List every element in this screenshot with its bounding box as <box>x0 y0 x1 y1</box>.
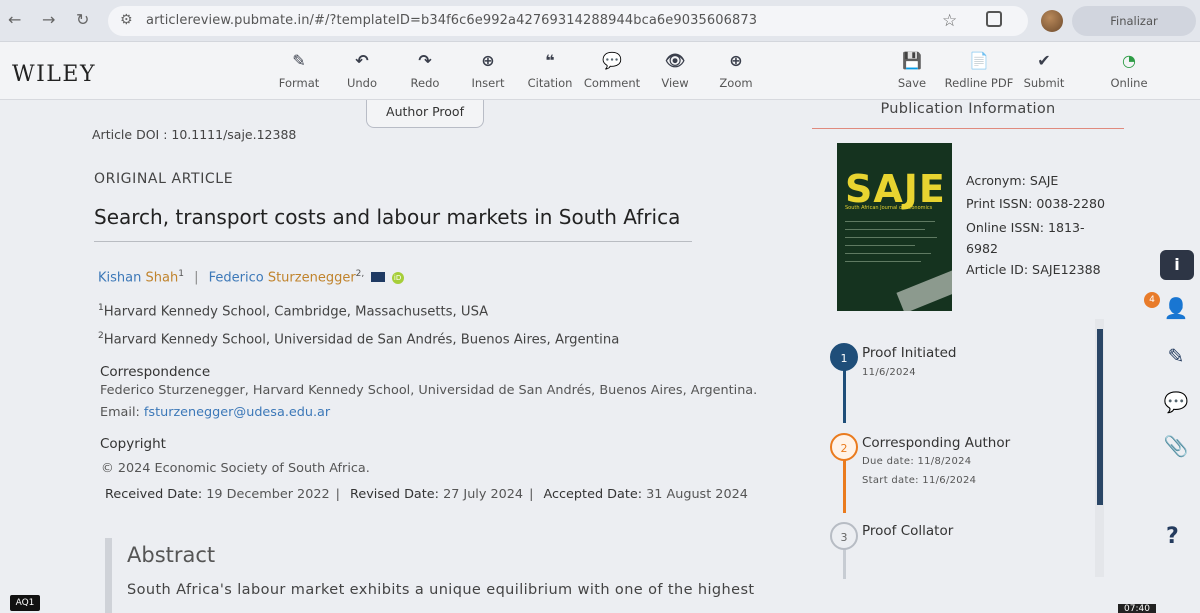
cover-band <box>896 266 952 311</box>
extensions-icon[interactable] <box>986 11 1002 27</box>
journal-cover: SAJE South African Journal of Economics <box>837 143 952 311</box>
cover-line <box>845 221 935 222</box>
app-toolbar: WILEY ✎ Format ↶ Undo ↷ Redo ⊕ Insert ❝ … <box>0 42 1200 100</box>
step-2-title[interactable]: Corresponding Author <box>862 435 1010 451</box>
save-button[interactable]: 💾 Save <box>874 50 950 90</box>
chat-icon[interactable]: 💬 <box>1162 388 1190 416</box>
author-given-name[interactable]: Federico <box>209 270 264 285</box>
step-2-due-date: Due date: 11/8/2024 <box>862 456 972 467</box>
article-body: Article DOI : 10.1111/saje.12388 ORIGINA… <box>0 101 810 613</box>
bookmark-star-icon[interactable]: ☆ <box>942 11 957 31</box>
abstract-heading: Abstract <box>127 543 216 567</box>
reload-icon[interactable]: ↻ <box>76 10 89 29</box>
abstract-bar <box>105 538 112 613</box>
correspondence-heading: Correspondence <box>100 364 211 380</box>
timeline-scroll-thumb[interactable] <box>1097 329 1103 505</box>
cover-line <box>845 237 937 238</box>
forward-icon[interactable]: → <box>42 10 55 29</box>
publication-heading: Publication Information <box>812 101 1124 129</box>
orcid-icon[interactable]: iD <box>391 271 404 284</box>
accepted-date: 31 August 2024 <box>646 487 748 502</box>
paperclip-icon[interactable]: 📎 <box>1162 432 1190 460</box>
step-1-title[interactable]: Proof Initiated <box>862 345 957 361</box>
copyright-text: © 2024 Economic Society of South Africa. <box>101 461 370 476</box>
step-1-marker: 1 <box>830 343 858 371</box>
author-family-name[interactable]: Sturzenegger <box>268 270 356 285</box>
wiley-logo: WILEY <box>12 62 96 87</box>
author-list: Kishan Shah1 | Federico Sturzenegger2, i… <box>98 269 404 285</box>
author-family-name[interactable]: Shah <box>146 270 179 285</box>
received-date: 19 December 2022 <box>206 487 330 502</box>
revised-date: 27 July 2024 <box>443 487 524 502</box>
article-dates: Received Date: 19 December 2022 | Revised… <box>105 487 748 502</box>
checkmark-icon: ✔ <box>1037 51 1051 70</box>
email-link[interactable]: fsturzenegger@udesa.edu.ar <box>144 405 330 420</box>
browser-chrome: ← → ↻ ⚙ articlereview.pubmate.in/#/?temp… <box>0 0 1200 58</box>
mail-icon[interactable] <box>371 271 386 282</box>
cover-subtitle: South African Journal of Economics <box>845 205 933 211</box>
publication-panel: Publication Information SAJE South Afric… <box>812 101 1124 613</box>
submit-button[interactable]: ✔ Submit <box>1006 50 1082 90</box>
browser-update-button[interactable]: Finalizar actualización <box>1072 6 1196 58</box>
back-icon[interactable]: ← <box>8 10 21 29</box>
author-given-name[interactable]: Kishan <box>98 270 141 285</box>
notification-badge: 4 <box>1144 292 1160 308</box>
author-query-tag[interactable]: AQ1 <box>10 595 40 611</box>
print-issn: Print ISSN: 0038-2280 <box>966 196 1105 211</box>
cover-line <box>845 253 931 254</box>
step-3-title[interactable]: Proof Collator <box>862 523 953 539</box>
profile-avatar[interactable] <box>1041 10 1063 32</box>
step-2-marker: 2 <box>830 433 858 461</box>
cover-line <box>845 245 915 246</box>
system-clock: 07:40 <box>1118 604 1156 613</box>
article-type: ORIGINAL ARTICLE <box>94 171 234 187</box>
email-line: Email: fsturzenegger@udesa.edu.ar <box>100 405 331 420</box>
save-icon: 💾 <box>902 51 922 70</box>
info-icon[interactable]: i <box>1160 250 1194 280</box>
online-issn: Online ISSN: 1813- <box>966 220 1085 235</box>
online-status: ◔ Online <box>1091 50 1167 90</box>
acronym: Acronym: SAJE <box>966 173 1059 188</box>
article-id: Article ID: SAJE12388 <box>966 262 1101 277</box>
author-separator: | <box>194 270 199 286</box>
cover-line <box>845 229 925 230</box>
author-affiliation-sup: 1 <box>178 269 184 279</box>
correspondence-text: Federico Sturzenegger, Harvard Kennedy S… <box>100 383 758 398</box>
site-settings-icon[interactable]: ⚙ <box>120 12 133 28</box>
zoom-button[interactable]: ⊕ Zoom <box>698 50 774 90</box>
wifi-icon: ◔ <box>1122 51 1136 70</box>
zoom-icon: ⊕ <box>729 51 743 70</box>
user-icon[interactable]: 👤 <box>1162 294 1190 322</box>
article-doi: Article DOI : 10.1111/saje.12388 <box>92 127 297 142</box>
online-issn-cont: 6982 <box>966 241 999 256</box>
edit-note-icon[interactable]: ✎ <box>1162 342 1190 370</box>
copyright-heading: Copyright <box>100 436 166 452</box>
affiliation-1: 1Harvard Kennedy School, Cambridge, Mass… <box>98 303 489 320</box>
title-divider <box>94 241 692 242</box>
address-bar[interactable]: ⚙ articlereview.pubmate.in/#/?templateID… <box>108 6 1028 36</box>
cover-line <box>845 261 921 262</box>
help-icon[interactable]: ? <box>1166 524 1179 549</box>
step-2-start-date: Start date: 11/6/2024 <box>862 475 977 486</box>
author-affiliation-sup: 2, <box>355 269 365 279</box>
abstract-text[interactable]: South Africa's labour market exhibits a … <box>127 582 755 598</box>
workflow-timeline: 1 Proof Initiated 11/6/2024 2 Correspond… <box>826 321 1111 581</box>
article-title[interactable]: Search, transport costs and labour marke… <box>94 205 680 229</box>
url-text[interactable]: articlereview.pubmate.in/#/?templateID=b… <box>146 13 757 28</box>
affiliation-2: 2Harvard Kennedy School, Universidad de … <box>98 331 620 348</box>
step-1-date: 11/6/2024 <box>862 367 916 378</box>
step-3-marker: 3 <box>830 522 858 550</box>
